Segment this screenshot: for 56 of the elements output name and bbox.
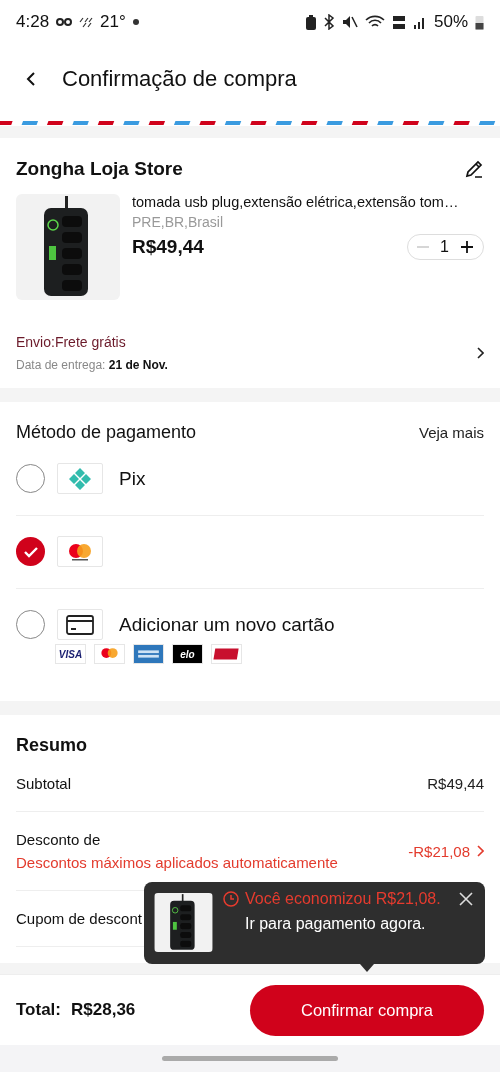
- payment-method-label: Pix: [119, 467, 146, 490]
- mute-icon: [341, 15, 358, 29]
- signal-icon: [412, 15, 427, 29]
- plus-icon: [459, 239, 475, 255]
- close-icon: [459, 892, 473, 906]
- bluetooth-icon: [322, 14, 335, 30]
- product-title: tomada usb plug,extensão elétrica,extensão tom…: [132, 194, 460, 210]
- store-name: Zongha Loja Store: [16, 158, 183, 180]
- rain-icon: [79, 16, 94, 28]
- product-variant: PRE,BR,Brasil: [132, 214, 225, 230]
- payment-method-label: Adicionar um novo cartão: [119, 613, 335, 636]
- mastercard-logo: [94, 644, 125, 664]
- temperature: 21°: [100, 12, 126, 32]
- increase-button[interactable]: [459, 239, 475, 255]
- summary-label: Cupom de descont: [16, 910, 142, 927]
- total-label: Total:: [16, 1000, 61, 1020]
- minus-icon: [416, 246, 431, 248]
- check-icon: [22, 545, 39, 558]
- summary-value: R$49,44: [427, 775, 484, 792]
- section-title: Método de pagamento: [16, 422, 197, 443]
- radio-button[interactable]: [16, 610, 45, 639]
- selected-radio[interactable]: [16, 537, 45, 566]
- total-amount: R$28,36: [71, 1000, 136, 1020]
- amex-logo: [133, 644, 164, 664]
- mastercard-logo: [57, 536, 103, 567]
- elo-logo: elo: [172, 644, 203, 664]
- wifi-icon: [364, 15, 385, 29]
- see-more-link[interactable]: Veja mais: [418, 424, 484, 441]
- battery-icon: [475, 14, 484, 30]
- delivery-date: Data de entrega: 21 de Nov.: [16, 358, 168, 372]
- product-price: R$49,44: [132, 236, 204, 258]
- radio-button[interactable]: [16, 464, 45, 493]
- section-title: Resumo: [16, 735, 88, 756]
- summary-label: Desconto de: [16, 831, 102, 848]
- discount-value: -R$21,08: [408, 842, 470, 860]
- summary-label: Subtotal: [16, 775, 72, 792]
- battery-percent: 50%: [433, 12, 468, 32]
- battery-saver-icon: [305, 14, 316, 30]
- quantity-value: 1: [440, 238, 449, 256]
- chevron-right-icon: [476, 347, 484, 359]
- savings-message: Você economizou R$21,08. Ir para pagamento agora.: [245, 889, 442, 934]
- hipercard-logo: [211, 644, 242, 664]
- back-button[interactable]: [26, 71, 36, 87]
- visa-logo: VISA: [55, 644, 86, 664]
- pix-logo: [57, 463, 103, 494]
- discount-note: Descontos máximos aplicados automaticamente: [16, 854, 338, 871]
- infinity-icon: [56, 18, 73, 26]
- clock-icon: [223, 891, 239, 907]
- page-title: Confirmação de compra: [62, 66, 297, 92]
- dot-icon: [132, 19, 139, 25]
- credit-card-icon: [57, 609, 103, 640]
- status-time: 4:28: [16, 12, 50, 32]
- confirm-purchase-button[interactable]: Confirmar compra: [250, 984, 484, 1036]
- edit-button[interactable]: [464, 159, 484, 179]
- shipping-label: Envio:Frete grátis: [16, 334, 127, 350]
- chevron-right-icon: [476, 845, 484, 857]
